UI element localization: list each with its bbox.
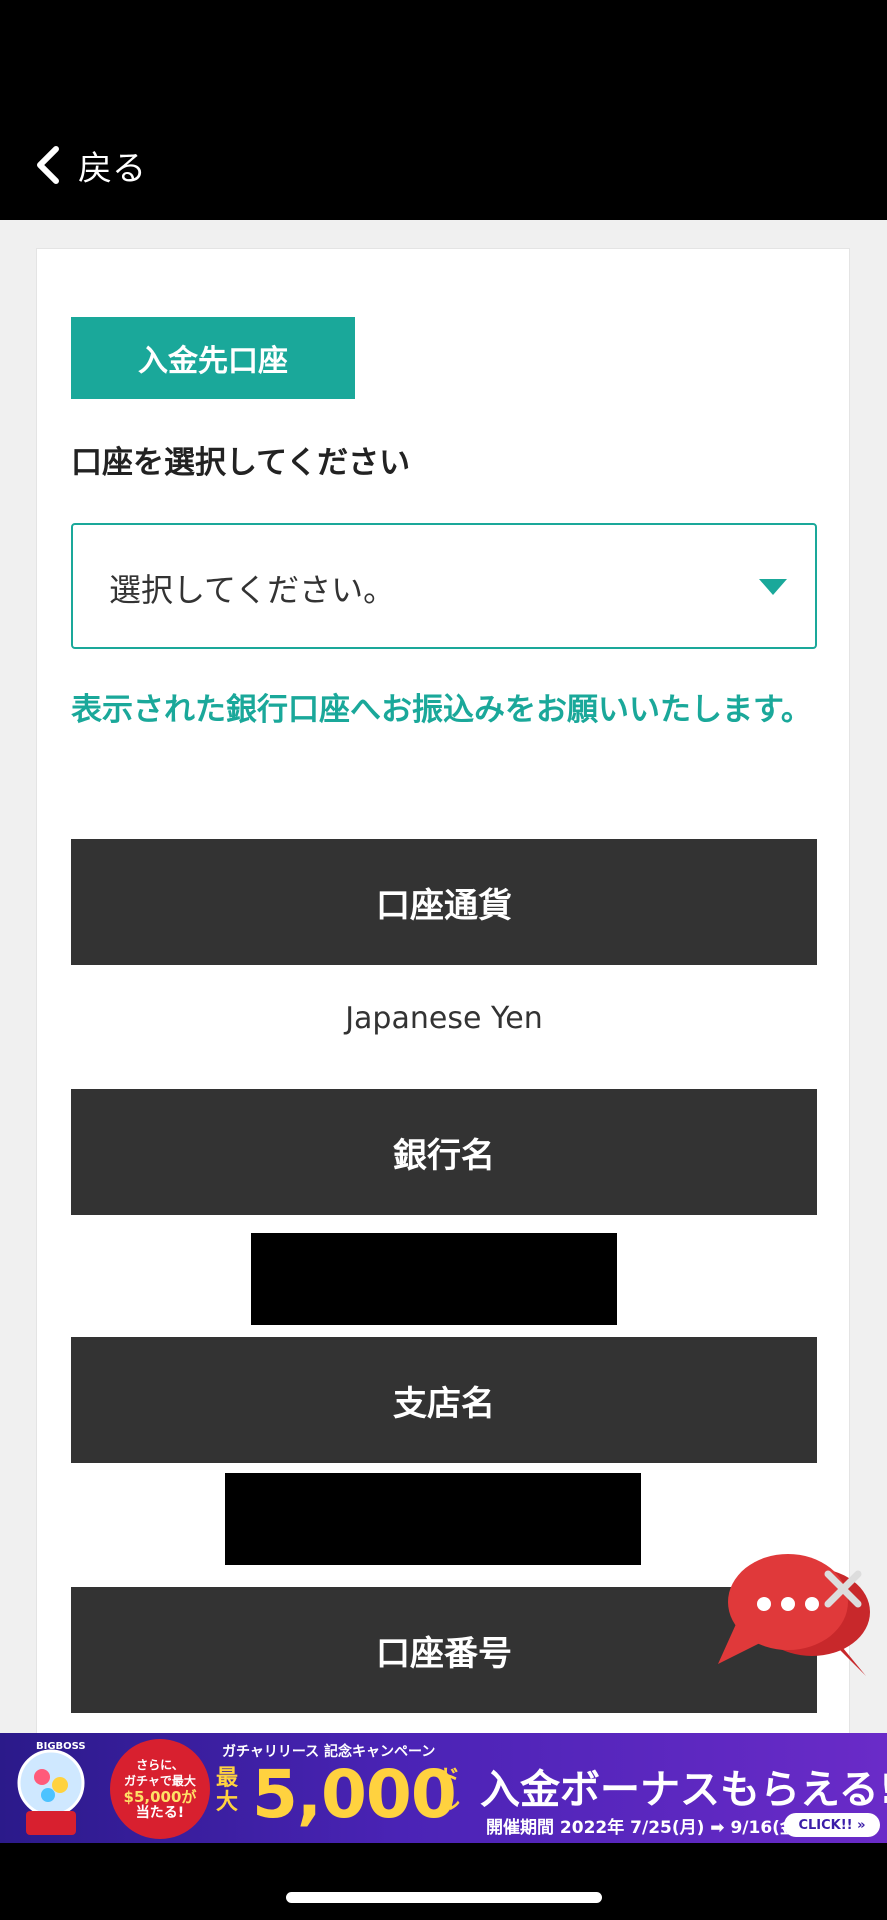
currency-value: Japanese Yen	[345, 1001, 543, 1036]
back-label: 戻る	[78, 148, 146, 189]
bank-name-header: 銀行名	[71, 1089, 817, 1215]
promo-banner[interactable]: BIGBOSS さらに、 ガチャで最大 $5,000が 当たる! ガチャリリース…	[0, 1733, 887, 1843]
banner-bubble-line2: ガチャで最大	[124, 1774, 196, 1788]
chevron-left-icon	[37, 146, 59, 184]
chat-close-button[interactable]	[818, 1564, 868, 1614]
banner-bubble-amount: $5,000が	[123, 1788, 197, 1806]
banner-headline: 入金ボーナスもらえる!!	[480, 1767, 887, 1813]
banner-brand: BIGBOSS	[36, 1741, 86, 1752]
transfer-notice: 表示された銀行口座へお振込みをお願いいたします。	[71, 692, 812, 728]
bank-name-redacted	[251, 1233, 617, 1325]
banner-unit: ドル	[438, 1766, 461, 1815]
bottom-bar	[0, 1843, 887, 1920]
account-select[interactable]: 選択してください。	[71, 523, 817, 649]
section-tag: 入金先口座	[71, 317, 355, 399]
banner-amount: 5,000	[252, 1756, 457, 1833]
account-number-header: 口座番号	[71, 1587, 817, 1713]
currency-header: 口座通貨	[71, 839, 817, 965]
banner-cta-button[interactable]: CLICK!! »	[784, 1813, 880, 1837]
deposit-card: 入金先口座 口座を選択してください 選択してください。 表示された銀行口座へお振…	[36, 248, 850, 1748]
close-icon	[824, 1570, 862, 1608]
banner-bubble-line4: 当たる!	[135, 1805, 185, 1821]
back-button[interactable]: 戻る	[32, 140, 146, 190]
top-bar: 戻る	[0, 0, 887, 220]
caret-down-icon	[759, 579, 787, 595]
home-indicator	[286, 1892, 602, 1903]
account-select-value: 選択してください。	[109, 571, 396, 609]
banner-bubble-line1: さらに、	[136, 1758, 184, 1772]
gacha-machine-icon	[17, 1749, 85, 1835]
branch-name-header: 支店名	[71, 1337, 817, 1463]
banner-max-label: 最大	[216, 1766, 239, 1815]
account-select-label: 口座を選択してください	[71, 445, 411, 481]
banner-bubble: さらに、 ガチャで最大 $5,000が 当たる!	[110, 1739, 210, 1839]
banner-period: 開催期間 2022年 7/25(月) ➡ 9/16(金)	[486, 1818, 805, 1838]
branch-name-redacted	[225, 1473, 641, 1565]
